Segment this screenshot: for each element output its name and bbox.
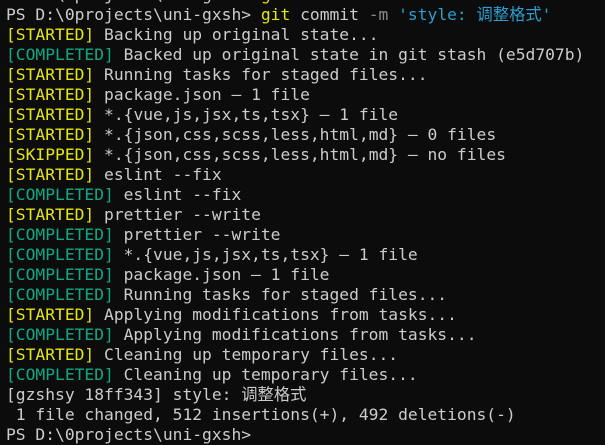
status-tag: [COMPLETED] (6, 285, 114, 304)
terminal-line: PS D:\0projects\uni-gxsh> git commit -m … (6, 5, 584, 25)
terminal-text: *.{vue,js,jsx,ts,tsx} — 1 file (113, 245, 418, 264)
status-tag: [COMPLETED] (6, 45, 114, 64)
terminal-line: [COMPLETED] Cleaning up temporary files.… (6, 365, 584, 385)
status-tag: git (260, 5, 291, 24)
terminal-line: [STARTED] Backing up original state... (6, 25, 584, 45)
terminal-text: eslint --fix (113, 185, 242, 204)
terminal-text: . (339, 0, 349, 4)
terminal-line: PS D:\0projects\uni-gxsh> (6, 425, 584, 445)
terminal-line: [COMPLETED] *.{vue,js,jsx,ts,tsx} — 1 fi… (6, 245, 584, 265)
status-tag: git (261, 0, 290, 4)
terminal-line: [COMPLETED] Applying modifications from … (6, 325, 584, 345)
status-tag: [COMPLETED] (6, 245, 114, 264)
status-tag: [STARTED] (6, 105, 95, 124)
terminal-line: [COMPLETED] eslint --fix (6, 185, 584, 205)
terminal-line: [SKIPPED] *.{json,css,scss,less,html,md}… (6, 145, 584, 165)
terminal-line: [STARTED] package.json — 1 file (6, 85, 584, 105)
status-tag: [STARTED] (6, 345, 95, 364)
terminal-line: [COMPLETED] Running tasks for staged fil… (6, 285, 584, 305)
status-tag: [SKIPPED] (6, 145, 95, 164)
terminal-line: [STARTED] Running tasks for staged files… (6, 65, 584, 85)
status-tag: [STARTED] (6, 165, 95, 184)
terminal-text: Running tasks for staged files... (113, 285, 448, 304)
terminal-text: [gzshsy 18ff343] style: 调整格式 (6, 385, 307, 404)
terminal-line: [COMPLETED] Backed up original state in … (6, 45, 584, 65)
terminal-text: Running tasks for staged files... (94, 65, 428, 84)
terminal-text: *.{json,css,scss,less,html,md} — 0 files (94, 125, 497, 144)
terminal-line: [STARTED] Cleaning up temporary files... (6, 345, 584, 365)
terminal-line: [STARTED] prettier --write (6, 205, 584, 225)
terminal-line: [STARTED] *.{vue,js,jsx,ts,tsx} — 1 file (6, 105, 584, 125)
terminal-text: Applying modifications from tasks... (113, 325, 477, 344)
terminal-text: PS D:\0projects\uni-gxsh> (6, 0, 261, 4)
terminal-text: -m (368, 5, 389, 24)
status-tag: [COMPLETED] (6, 225, 114, 244)
terminal-line: 1 file changed, 512 insertions(+), 492 d… (6, 405, 584, 425)
status-tag: [STARTED] (6, 25, 95, 44)
status-tag: [COMPLETED] (6, 325, 114, 344)
terminal-text: package.json — 1 file (94, 85, 310, 104)
terminal-text: 1 file changed, 512 insertions(+), 492 d… (6, 405, 516, 424)
status-tag: [STARTED] (6, 85, 95, 104)
terminal-text: PS D:\0projects\uni-gxsh> (6, 5, 261, 24)
terminal-text: prettier --write (113, 225, 281, 244)
terminal-text: PS D:\0projects\uni-gxsh> (6, 425, 261, 444)
terminal-line: [gzshsy 18ff343] style: 调整格式 (6, 385, 584, 405)
status-tag: [COMPLETED] (6, 365, 114, 384)
terminal-text: Backed up original state in git stash (e… (113, 45, 585, 64)
terminal-text: *.{vue,js,jsx,ts,tsx} — 1 file (94, 105, 399, 124)
terminal-text: prettier --write (94, 205, 261, 224)
terminal-line: [COMPLETED] package.json — 1 file (6, 265, 584, 285)
terminal-text: commit (290, 5, 369, 24)
terminal-text: 'style: 调整格式' (388, 5, 552, 24)
status-tag: [COMPLETED] (6, 265, 114, 284)
terminal-text: Cleaning up temporary files... (113, 365, 418, 384)
status-tag: [STARTED] (6, 205, 95, 224)
terminal-text: Applying modifications from tasks... (94, 305, 457, 324)
terminal-text: *.{json,css,scss,less,html,md} — no file… (94, 145, 506, 164)
terminal-line: [STARTED] *.{json,css,scss,less,html,md}… (6, 125, 584, 145)
terminal-line: [COMPLETED] prettier --write (6, 225, 584, 245)
terminal-line: [STARTED] Applying modifications from ta… (6, 305, 584, 325)
status-tag: [STARTED] (6, 125, 95, 144)
status-tag: [STARTED] (6, 305, 95, 324)
terminal-text: package.json — 1 file (113, 265, 330, 284)
terminal-text: Backing up original state... (94, 25, 379, 44)
terminal-text: add (290, 0, 339, 4)
status-tag: [COMPLETED] (6, 185, 114, 204)
terminal-line: [STARTED] eslint --fix (6, 165, 584, 185)
status-tag: [STARTED] (6, 65, 95, 84)
terminal-text: Cleaning up temporary files... (94, 345, 399, 364)
terminal-output[interactable]: PS D:\0projects\uni-gxsh> git add .PS D:… (6, 0, 584, 445)
terminal-text: eslint --fix (94, 165, 222, 184)
